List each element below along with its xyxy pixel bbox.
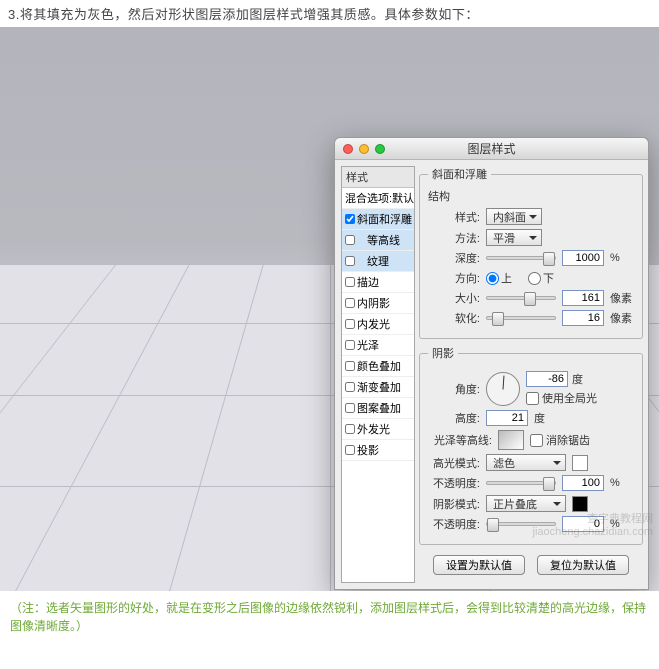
patternoverlay-checkbox[interactable] <box>345 403 355 413</box>
coloroverlay-checkbox[interactable] <box>345 361 355 371</box>
depth-input[interactable] <box>562 250 604 266</box>
dropshadow-checkbox[interactable] <box>345 445 355 455</box>
style-item-texture[interactable]: 纹理 <box>342 251 414 272</box>
shadow-opacity-label: 不透明度: <box>428 516 480 532</box>
dialog-title: 图层样式 <box>335 140 648 157</box>
gradientoverlay-checkbox[interactable] <box>345 382 355 392</box>
angle-label: 角度: <box>428 381 480 397</box>
style-item-satin[interactable]: 光泽 <box>342 335 414 356</box>
style-list: 样式 混合选项:默认 斜面和浮雕 等高线 纹理 描边 内阴影 内发光 光泽 颜色… <box>341 166 415 583</box>
highlight-opacity-input[interactable] <box>562 475 604 491</box>
style-item-stroke[interactable]: 描边 <box>342 272 414 293</box>
soften-label: 软化: <box>428 310 480 326</box>
method-select[interactable]: 平滑 <box>486 229 542 246</box>
depth-unit: % <box>610 252 634 264</box>
page-title: 3.将其填充为灰色，然后对形状图层添加图层样式增强其质感。具体参数如下： <box>0 0 659 27</box>
size-label: 大小: <box>428 290 480 306</box>
shadow-mode-label: 阴影模式: <box>428 496 480 512</box>
style-item-dropshadow[interactable]: 投影 <box>342 440 414 461</box>
size-unit: 像素 <box>610 290 634 306</box>
dialog-titlebar[interactable]: 图层样式 <box>335 138 648 160</box>
angle-unit: 度 <box>572 371 596 387</box>
style-item-gradientoverlay[interactable]: 渐变叠加 <box>342 377 414 398</box>
style-item-innershadow[interactable]: 内阴影 <box>342 293 414 314</box>
contour-checkbox[interactable] <box>345 235 355 245</box>
antialias-checkbox[interactable]: 消除锯齿 <box>530 432 590 448</box>
depth-label: 深度: <box>428 250 480 266</box>
satin-checkbox[interactable] <box>345 340 355 350</box>
set-default-button[interactable]: 设置为默认值 <box>433 555 525 575</box>
method-label: 方法: <box>428 230 480 246</box>
style-item-coloroverlay[interactable]: 颜色叠加 <box>342 356 414 377</box>
direction-label: 方向: <box>428 270 480 286</box>
dir-up-radio[interactable]: 上 <box>486 270 512 286</box>
shadow-color-swatch[interactable] <box>572 496 588 512</box>
gloss-label: 光泽等高线: <box>428 432 492 448</box>
soften-unit: 像素 <box>610 310 634 326</box>
soften-slider[interactable] <box>486 316 556 320</box>
innerglow-checkbox[interactable] <box>345 319 355 329</box>
dir-down-radio[interactable]: 下 <box>528 270 554 286</box>
angle-dial[interactable] <box>486 372 520 406</box>
style-item-contour[interactable]: 等高线 <box>342 230 414 251</box>
shading-legend: 阴影 <box>428 345 458 361</box>
footer-note: （注：选者矢量图形的好处，就是在变形之后图像的边缘依然锐利，添加图层样式后，会得… <box>0 591 659 639</box>
structure-label: 结构 <box>428 188 634 204</box>
highlight-color-swatch[interactable] <box>572 455 588 471</box>
style-item-bevel[interactable]: 斜面和浮雕 <box>342 209 414 230</box>
size-slider[interactable] <box>486 296 556 300</box>
style-select[interactable]: 内斜面 <box>486 208 542 225</box>
depth-slider[interactable] <box>486 256 556 260</box>
style-item-patternoverlay[interactable]: 图案叠加 <box>342 398 414 419</box>
texture-checkbox[interactable] <box>345 256 355 266</box>
canvas-preview: 图层样式 样式 混合选项:默认 斜面和浮雕 等高线 纹理 描边 内阴影 内发光 … <box>0 27 659 591</box>
style-item-blend[interactable]: 混合选项:默认 <box>342 188 414 209</box>
bevel-group: 斜面和浮雕 结构 样式: 内斜面 方法: 平滑 深度: % <box>419 166 643 339</box>
gloss-contour-picker[interactable] <box>498 430 524 450</box>
highlight-opacity-label: 不透明度: <box>428 475 480 491</box>
soften-input[interactable] <box>562 310 604 326</box>
altitude-label: 高度: <box>428 410 480 426</box>
altitude-unit: 度 <box>534 410 558 426</box>
highlight-mode-label: 高光模式: <box>428 455 480 471</box>
style-item-innerglow[interactable]: 内发光 <box>342 314 414 335</box>
stroke-checkbox[interactable] <box>345 277 355 287</box>
pct-unit: % <box>610 477 634 489</box>
global-light-checkbox[interactable]: 使用全局光 <box>526 390 597 406</box>
highlight-opacity-slider[interactable] <box>486 481 556 485</box>
size-input[interactable] <box>562 290 604 306</box>
watermark: 查字典教程网 jiaocheng.chazidian.com <box>533 513 653 539</box>
reset-default-button[interactable]: 复位为默认值 <box>537 555 629 575</box>
style-label: 样式: <box>428 209 480 225</box>
highlight-mode-select[interactable]: 滤色 <box>486 454 566 471</box>
innershadow-checkbox[interactable] <box>345 298 355 308</box>
bevel-checkbox[interactable] <box>345 214 355 224</box>
altitude-input[interactable] <box>486 410 528 426</box>
style-item-outerglow[interactable]: 外发光 <box>342 419 414 440</box>
bevel-legend: 斜面和浮雕 <box>428 166 491 182</box>
shadow-mode-select[interactable]: 正片叠底 <box>486 495 566 512</box>
angle-input[interactable] <box>526 371 568 387</box>
style-list-header: 样式 <box>342 167 414 188</box>
outerglow-checkbox[interactable] <box>345 424 355 434</box>
